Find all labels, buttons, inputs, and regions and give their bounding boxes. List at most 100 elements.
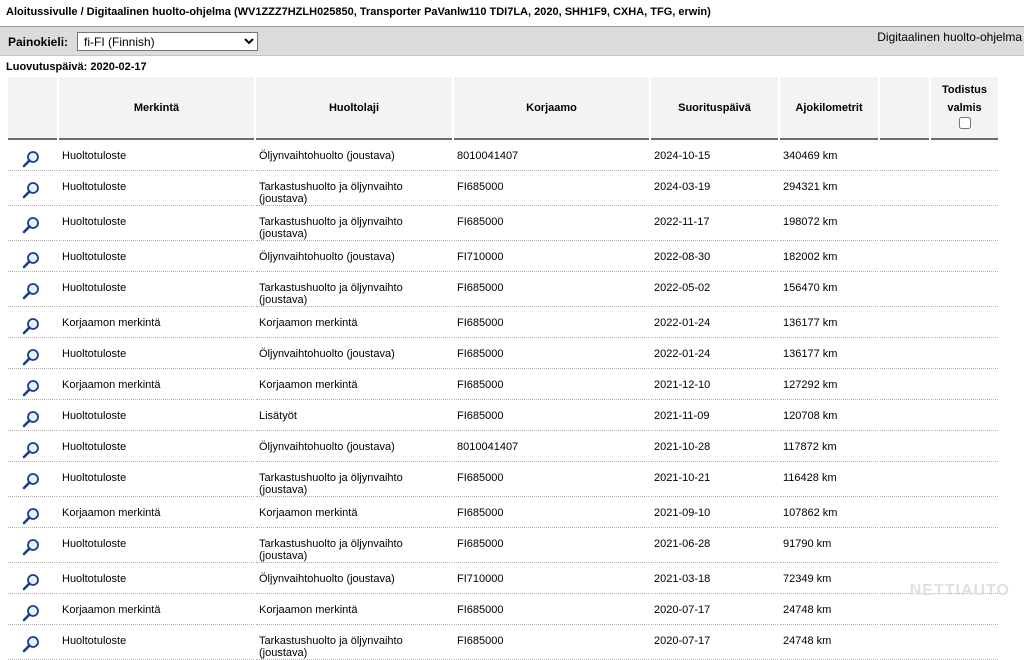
column-header-icon [8,77,57,140]
cell-merkinta: Huoltotuloste [59,140,254,171]
cell-merkinta: Korjaamon merkintä [59,497,254,528]
open-entry-cell [8,272,57,307]
magnifier-icon[interactable] [22,441,57,459]
cell-empty [880,171,929,206]
magnifier-icon[interactable] [22,181,57,199]
table-row: Huoltotuloste Öljynvaihtohuolto (joustava… [8,431,998,462]
table-row: Huoltotuloste Tarkastushuolto ja öljynvai… [8,625,998,660]
cell-ajokilometrit: 182002 km [780,241,878,272]
cell-ajokilometrit: 117872 km [780,431,878,462]
cell-empty [880,497,929,528]
cell-korjaamo: FI710000 [454,563,649,594]
cell-suorituspaiva: 2021-12-10 [651,369,778,400]
magnifier-icon[interactable] [22,216,57,234]
cell-ajokilometrit: 198072 km [780,206,878,241]
cell-todistus [931,241,998,272]
magnifier-icon[interactable] [22,251,57,269]
cell-ajokilometrit: 156470 km [780,272,878,307]
cell-korjaamo: FI685000 [454,206,649,241]
cell-todistus [931,497,998,528]
cell-merkinta: Huoltotuloste [59,625,254,660]
table-row: Korjaamon merkintä Korjaamon merkintä FI68… [8,307,998,338]
cell-huoltolaji: Öljynvaihtohuolto (joustava) [256,563,452,594]
cell-ajokilometrit: 340469 km [780,140,878,171]
cell-huoltolaji: Lisätyöt [256,400,452,431]
cell-ajokilometrit: 107862 km [780,497,878,528]
cell-korjaamo: FI685000 [454,497,649,528]
column-header-merkinta: Merkintä [59,77,254,140]
open-entry-cell [8,528,57,563]
magnifier-icon[interactable] [22,282,57,300]
open-entry-cell [8,369,57,400]
cell-huoltolaji: Tarkastushuolto ja öljynvaihto (joustava… [256,625,452,660]
table-row: Huoltotuloste Tarkastushuolto ja öljynvai… [8,206,998,241]
cell-suorituspaiva: 2021-09-10 [651,497,778,528]
cell-ajokilometrit: 136177 km [780,338,878,369]
cell-suorituspaiva: 2022-11-17 [651,206,778,241]
magnifier-icon[interactable] [22,604,57,622]
open-entry-cell [8,206,57,241]
cell-huoltolaji: Öljynvaihtohuolto (joustava) [256,431,452,462]
cell-todistus [931,272,998,307]
magnifier-icon[interactable] [22,379,57,397]
open-entry-cell [8,462,57,497]
magnifier-icon[interactable] [22,317,57,335]
cell-empty [880,369,929,400]
cell-empty [880,431,929,462]
open-entry-cell [8,594,57,625]
cell-korjaamo: FI685000 [454,272,649,307]
cell-merkinta: Huoltotuloste [59,206,254,241]
cell-korjaamo: FI685000 [454,462,649,497]
breadcrumb[interactable]: Aloitussivulle / Digitaalinen huolto-ohj… [0,0,1024,27]
cell-huoltolaji: Korjaamon merkintä [256,497,452,528]
open-entry-cell [8,140,57,171]
todistus-valmis-checkbox[interactable] [958,116,971,129]
cell-korjaamo: FI685000 [454,400,649,431]
cell-suorituspaiva: 2024-10-15 [651,140,778,171]
language-select[interactable]: fi-FI (Finnish) [77,32,258,51]
magnifier-icon[interactable] [22,348,57,366]
table-row: Huoltotuloste Tarkastushuolto ja öljynvai… [8,171,998,206]
cell-huoltolaji: Öljynvaihtohuolto (joustava) [256,338,452,369]
language-label: Painokieli: [8,35,69,49]
cell-huoltolaji: Tarkastushuolto ja öljynvaihto (joustava… [256,206,452,241]
cell-ajokilometrit: 91790 km [780,528,878,563]
cell-huoltolaji: Öljynvaihtohuolto (joustava) [256,241,452,272]
cell-merkinta: Huoltotuloste [59,563,254,594]
cell-korjaamo: FI685000 [454,528,649,563]
cell-suorituspaiva: 2021-03-18 [651,563,778,594]
cell-todistus [931,206,998,241]
cell-empty [880,528,929,563]
magnifier-icon[interactable] [22,538,57,556]
magnifier-icon[interactable] [22,410,57,428]
cell-todistus [931,369,998,400]
magnifier-icon[interactable] [22,150,57,168]
cell-todistus [931,431,998,462]
cell-ajokilometrit: 127292 km [780,369,878,400]
cell-todistus [931,307,998,338]
cell-suorituspaiva: 2022-08-30 [651,241,778,272]
magnifier-icon[interactable] [22,573,57,591]
cell-empty [880,272,929,307]
magnifier-icon[interactable] [22,472,57,490]
table-row: Korjaamon merkintä Korjaamon merkintä FI68… [8,497,998,528]
cell-suorituspaiva: 2024-03-19 [651,171,778,206]
table-row: Huoltotuloste Öljynvaihtohuolto (joustava… [8,140,998,171]
column-header-huoltolaji: Huoltolaji [256,77,452,140]
cell-empty [880,140,929,171]
open-entry-cell [8,171,57,206]
cell-merkinta: Huoltotuloste [59,431,254,462]
program-title: Digitaalinen huolto-ohjelma [877,30,1022,44]
cell-merkinta: Huoltotuloste [59,272,254,307]
table-header: Merkintä Huoltolaji Korjaamo Suorituspäi… [8,77,998,140]
cell-todistus [931,625,998,660]
magnifier-icon[interactable] [22,635,57,653]
magnifier-icon[interactable] [22,507,57,525]
todistus-label-line2: valmis [947,101,982,114]
service-history-table: Merkintä Huoltolaji Korjaamo Suorituspäi… [6,77,1000,660]
cell-korjaamo: FI685000 [454,171,649,206]
cell-merkinta: Korjaamon merkintä [59,594,254,625]
cell-merkinta: Korjaamon merkintä [59,307,254,338]
cell-korjaamo: FI710000 [454,241,649,272]
cell-merkinta: Huoltotuloste [59,400,254,431]
